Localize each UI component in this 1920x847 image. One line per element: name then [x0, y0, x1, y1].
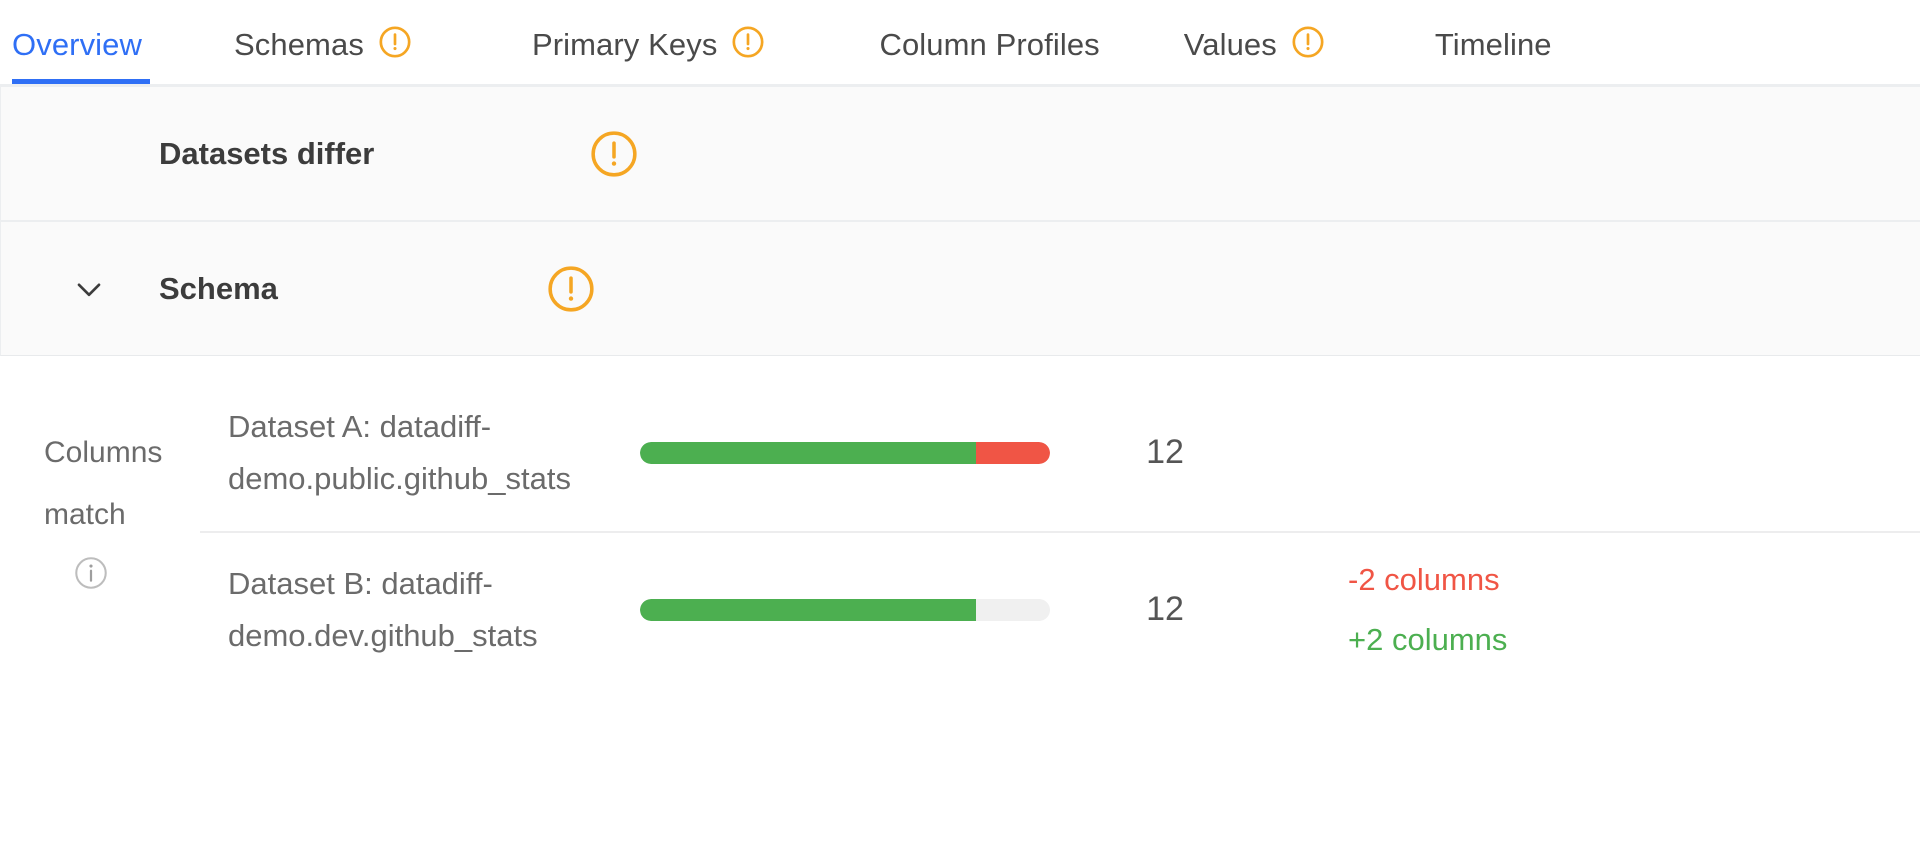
circle-exclamation-icon	[1291, 25, 1325, 59]
metric-label-line2: match	[44, 498, 126, 531]
dataset-a-line1: Dataset A: datadiff-	[228, 408, 492, 444]
columns-removed-label: -2 columns	[1348, 561, 1500, 597]
tab-timeline[interactable]: Timeline	[1435, 0, 1552, 84]
dataset-b-bar-wrap	[620, 598, 1090, 621]
tab-schemas[interactable]: Schemas	[234, 0, 412, 84]
bar-segment-mismatch	[976, 441, 1050, 464]
table-row: Dataset B: datadiff- demo.dev.github_sta…	[200, 531, 1920, 688]
datasets-differ-status	[589, 129, 639, 179]
dataset-a-count: 12	[1146, 433, 1184, 471]
columns-match-metric: Columns match Dataset A: datadiff- demo.…	[0, 356, 1920, 688]
datasets-differ-row: Datasets differ	[0, 86, 1920, 221]
circle-exclamation-icon	[546, 264, 596, 314]
schema-status	[546, 264, 596, 314]
bar-segment-match	[640, 598, 977, 621]
tab-column-profiles-label: Column Profiles	[879, 26, 1100, 62]
dataset-b-label: Dataset B: datadiff- demo.dev.github_sta…	[200, 558, 620, 662]
circle-exclamation-icon	[378, 25, 412, 59]
bar-segment-match	[640, 441, 977, 464]
tab-timeline-label: Timeline	[1434, 26, 1552, 62]
dataset-b-progress-bar	[640, 598, 1050, 621]
dataset-a-line2: demo.public.github_stats	[228, 460, 571, 496]
metric-rows: Dataset A: datadiff- demo.public.github_…	[200, 374, 1920, 688]
datasets-differ-label: Datasets differ	[159, 135, 375, 171]
circle-exclamation-icon	[731, 25, 765, 59]
metric-label-line1: Columns	[44, 436, 163, 469]
dataset-b-line2: demo.dev.github_stats	[228, 617, 538, 653]
tab-primary-keys[interactable]: Primary Keys	[532, 0, 766, 84]
circle-exclamation-icon	[589, 129, 639, 179]
overview-panel: Datasets differ Schema Columns match Dat…	[0, 86, 1920, 688]
schema-expand-toggle[interactable]	[69, 269, 109, 309]
info-circle-icon	[72, 554, 110, 592]
dataset-b-line1: Dataset B: datadiff-	[228, 565, 493, 601]
table-row: Dataset A: datadiff- demo.public.github_…	[200, 374, 1920, 531]
dataset-a-progress-bar	[640, 441, 1050, 464]
tab-column-profiles[interactable]: Column Profiles	[879, 0, 1099, 84]
tab-schemas-label: Schemas	[234, 26, 364, 62]
dataset-b-count: 12	[1146, 590, 1184, 628]
schema-row[interactable]: Schema	[0, 221, 1920, 356]
metric-label: Columns match	[0, 374, 200, 688]
tab-overview-label: Overview	[12, 26, 142, 62]
columns-added-label: +2 columns	[1348, 621, 1508, 657]
dataset-a-bar-wrap	[620, 441, 1090, 464]
tab-bar: Overview Schemas Primary Keys Column Pro…	[0, 0, 1920, 86]
tab-values-label: Values	[1183, 26, 1277, 62]
chevron-down-icon	[69, 269, 109, 309]
schema-label: Schema	[159, 270, 278, 306]
dataset-a-label: Dataset A: datadiff- demo.public.github_…	[200, 401, 620, 505]
tab-values[interactable]: Values	[1184, 0, 1325, 84]
metric-info-button[interactable]	[72, 554, 110, 592]
tab-overview[interactable]: Overview	[12, 0, 150, 84]
tab-primary-keys-label: Primary Keys	[531, 26, 718, 62]
dataset-b-deltas: -2 columns +2 columns	[1240, 554, 1920, 666]
